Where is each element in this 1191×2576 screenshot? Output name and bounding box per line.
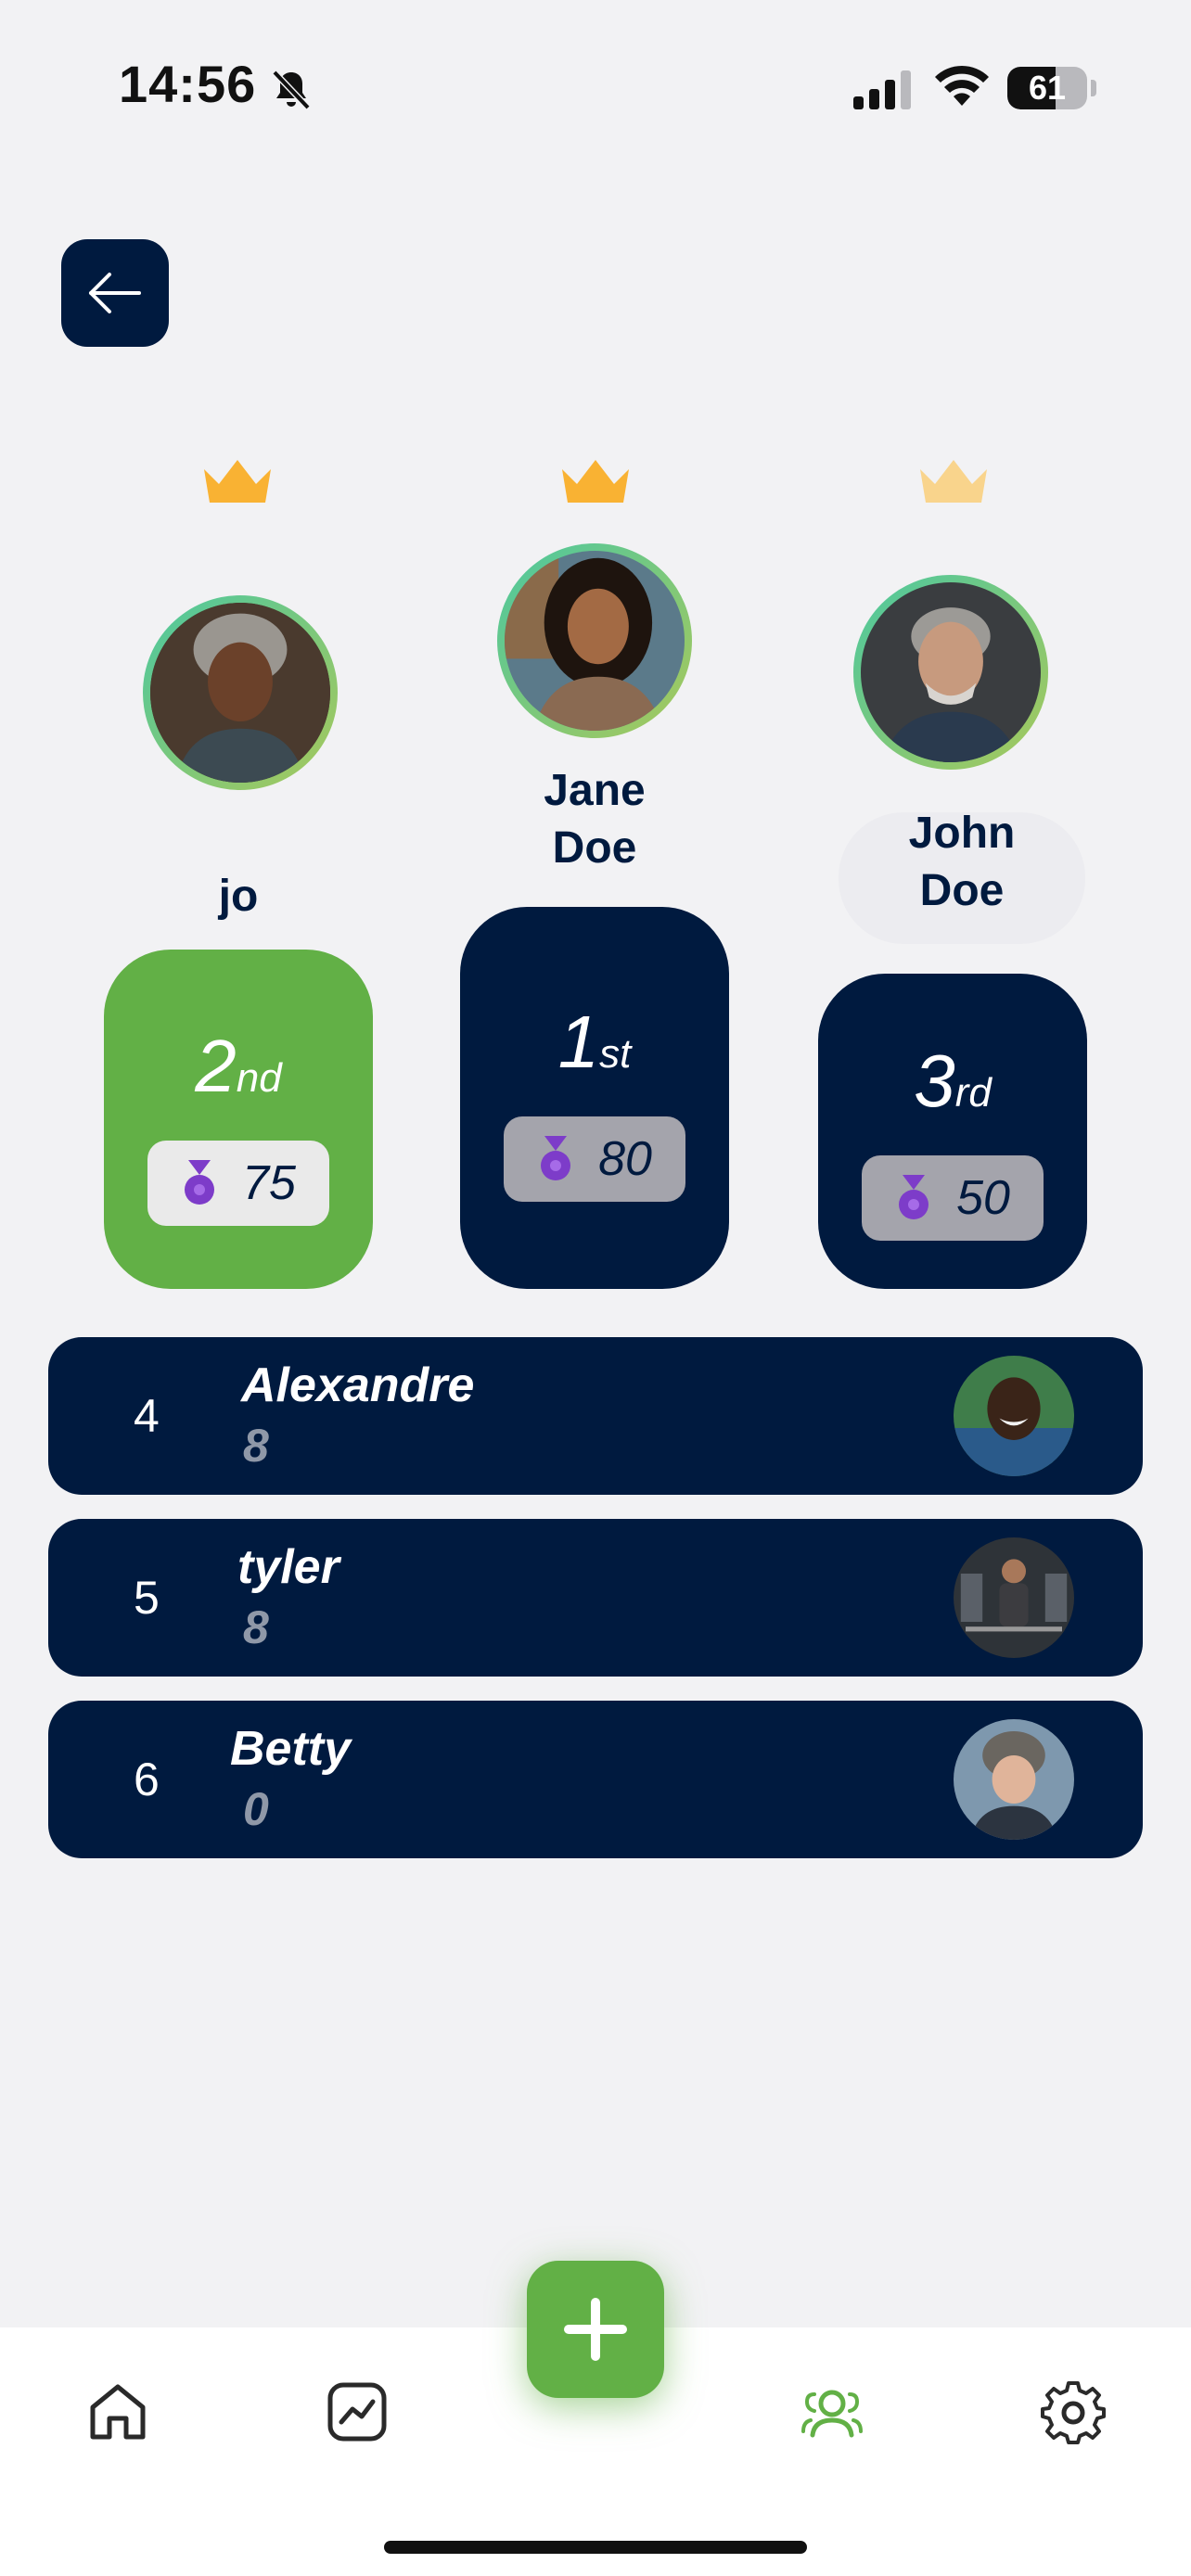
place-label: 3rd bbox=[914, 1039, 992, 1124]
person-photo bbox=[954, 1719, 1074, 1840]
score-pill: 75 bbox=[147, 1141, 329, 1226]
podium-block-second[interactable]: 2nd 75 bbox=[104, 950, 373, 1289]
place-suffix: nd bbox=[236, 1055, 282, 1101]
home-icon[interactable] bbox=[85, 2379, 150, 2444]
place-number: 2 bbox=[195, 1025, 237, 1107]
row-avatar[interactable] bbox=[954, 1537, 1074, 1658]
avatar-second-place[interactable] bbox=[143, 595, 338, 790]
leaderboard-row[interactable]: 6 Betty 0 bbox=[48, 1701, 1143, 1858]
bell-muted-icon bbox=[272, 70, 311, 110]
place-label: 1st bbox=[558, 1000, 632, 1085]
battery-percent: 61 bbox=[1028, 69, 1067, 107]
podium-name-first: Jane Doe bbox=[544, 766, 646, 873]
crown-icon-second bbox=[204, 460, 271, 503]
plus-icon bbox=[564, 2298, 627, 2361]
row-rank: 5 bbox=[134, 1572, 160, 1624]
crown-icon-third bbox=[920, 460, 987, 503]
score-value: 80 bbox=[598, 1132, 652, 1186]
leaderboard-screen: 14:56 61 jo Jane Doe John Doe 2nd 75 1st… bbox=[0, 0, 1191, 2576]
score-value: 50 bbox=[956, 1171, 1010, 1225]
row-score: 8 bbox=[243, 1601, 269, 1653]
row-score: 8 bbox=[243, 1420, 269, 1472]
place-number: 3 bbox=[914, 1039, 955, 1122]
users-icon[interactable] bbox=[800, 2379, 864, 2444]
row-name: Betty bbox=[230, 1722, 352, 1776]
place-label: 2nd bbox=[195, 1024, 281, 1109]
score-pill: 50 bbox=[862, 1155, 1044, 1241]
wifi-icon bbox=[935, 65, 989, 106]
medal-icon bbox=[899, 1175, 929, 1219]
leaderboard-row[interactable]: 4 Alexandre 8 bbox=[48, 1337, 1143, 1495]
row-avatar[interactable] bbox=[954, 1719, 1074, 1840]
row-name: tyler bbox=[237, 1540, 339, 1594]
chart-icon[interactable] bbox=[325, 2379, 390, 2444]
cellular-signal-icon bbox=[853, 70, 911, 109]
score-pill: 80 bbox=[504, 1116, 685, 1202]
avatar-first-place[interactable] bbox=[497, 543, 692, 738]
person-photo bbox=[861, 582, 1041, 762]
status-time: 14:56 bbox=[119, 55, 257, 113]
medal-icon bbox=[541, 1136, 571, 1180]
podium-block-first[interactable]: 1st 80 bbox=[460, 907, 729, 1289]
add-button[interactable] bbox=[527, 2261, 664, 2398]
row-score: 0 bbox=[243, 1783, 269, 1835]
place-number: 1 bbox=[557, 1001, 600, 1083]
person-photo bbox=[505, 551, 685, 731]
podium-block-third[interactable]: 3rd 50 bbox=[818, 974, 1087, 1289]
battery-nub bbox=[1091, 80, 1096, 96]
row-avatar[interactable] bbox=[954, 1356, 1074, 1476]
place-suffix: st bbox=[599, 1031, 632, 1077]
avatar-third-place[interactable] bbox=[853, 575, 1048, 770]
place-suffix: rd bbox=[954, 1070, 992, 1116]
person-photo bbox=[954, 1356, 1074, 1476]
home-indicator bbox=[384, 2541, 807, 2554]
crown-icon-first bbox=[562, 460, 629, 503]
leaderboard-row[interactable]: 5 tyler 8 bbox=[48, 1519, 1143, 1677]
medal-icon bbox=[185, 1160, 215, 1205]
battery-indicator: 61 bbox=[1007, 67, 1087, 109]
back-button[interactable] bbox=[61, 239, 169, 347]
row-name: Alexandre bbox=[241, 1358, 475, 1412]
podium-name-second: jo bbox=[218, 872, 259, 921]
row-rank: 4 bbox=[134, 1390, 160, 1442]
gear-icon[interactable] bbox=[1041, 2379, 1106, 2444]
score-value: 75 bbox=[242, 1156, 296, 1210]
arrow-left-icon bbox=[89, 273, 141, 313]
person-photo bbox=[954, 1537, 1074, 1658]
person-photo bbox=[150, 603, 330, 783]
row-rank: 6 bbox=[134, 1753, 160, 1805]
podium-name-third: John Doe bbox=[908, 809, 1016, 915]
